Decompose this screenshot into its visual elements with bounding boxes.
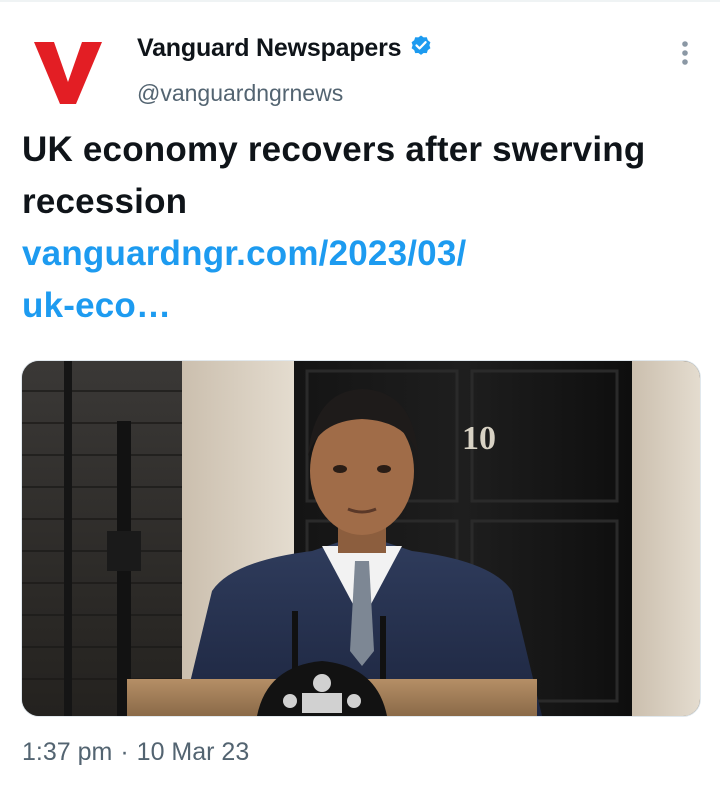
tweet-timestamp[interactable]: 1:37 pm · 10 Mar 23 [22,738,249,767]
author-name-row[interactable]: Vanguard Newspapers [137,34,433,63]
verified-badge-icon [409,34,433,63]
more-vertical-icon [682,41,688,65]
avatar[interactable] [28,32,108,112]
meta-separator: · [120,738,129,766]
author-display-name[interactable]: Vanguard Newspapers [137,34,402,63]
author-handle[interactable]: @vanguardngrnews [137,80,343,107]
photo-icon: 10 [22,361,700,716]
door-number: 10 [462,420,496,457]
tweet-time: 1:37 pm [22,738,113,766]
article-link[interactable]: vanguardngr.com/2023/03/ uk-eco… [22,228,682,332]
more-options-button[interactable] [670,38,700,68]
tweet-header: Vanguard Newspapers @vanguardngrnews [0,0,720,120]
tweet-date: 10 Mar 23 [136,738,250,766]
tweet-text: UK economy recovers after swerving reces… [22,130,646,221]
vanguard-logo-icon [34,42,102,104]
tweet-media-image[interactable]: 10 [21,360,701,717]
